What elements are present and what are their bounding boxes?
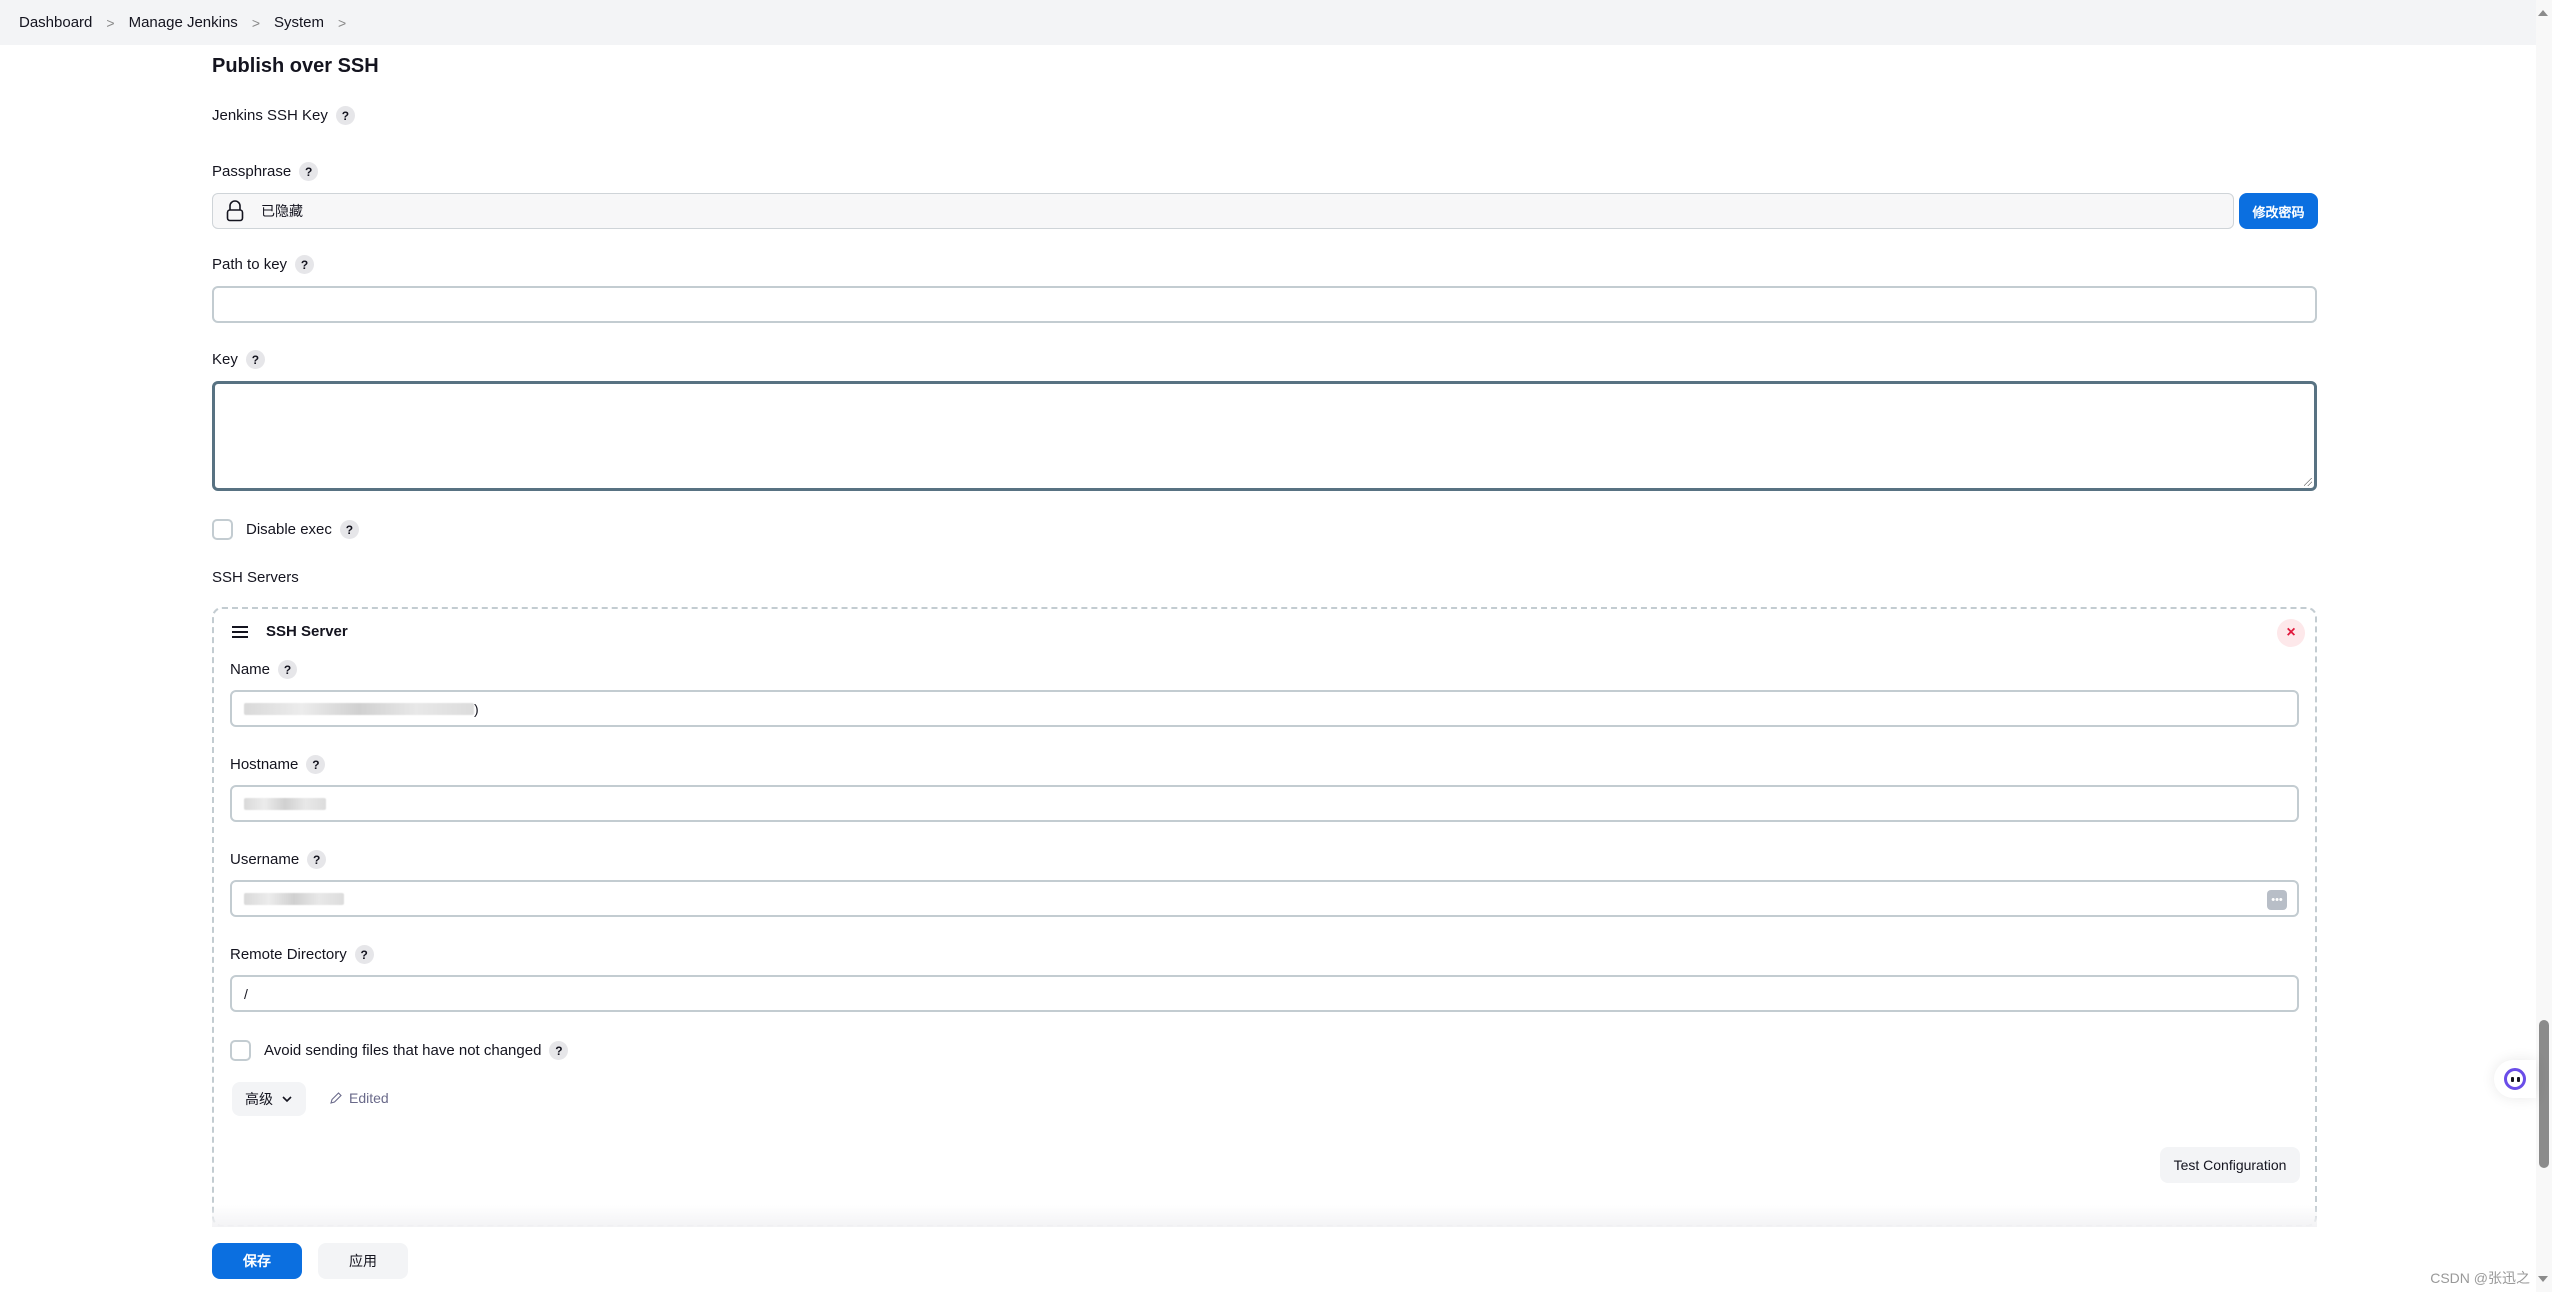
resize-handle-icon[interactable] <box>2304 478 2312 486</box>
help-icon[interactable]: ? <box>339 520 359 539</box>
passphrase-label: Passphrase ? <box>212 162 319 181</box>
passphrase-hidden-text: 已隐藏 <box>261 203 303 219</box>
edited-indicator: Edited <box>329 1090 389 1106</box>
redacted-value <box>244 702 474 715</box>
label-text: Jenkins SSH Key <box>212 107 328 124</box>
label-text: Hostname <box>230 756 299 773</box>
footer-shadow <box>212 1205 2317 1227</box>
label-text[interactable]: Avoid sending files that have not change… <box>264 1042 541 1059</box>
breadcrumb-system[interactable]: System <box>274 14 324 31</box>
scroll-up-arrow-icon[interactable] <box>2538 10 2548 16</box>
help-icon[interactable]: ? <box>307 850 327 869</box>
test-configuration-button[interactable]: Test Configuration <box>2160 1147 2300 1183</box>
scrollbar-thumb[interactable] <box>2539 1020 2549 1168</box>
edited-label: Edited <box>349 1090 389 1106</box>
chevron-right-icon[interactable]: > <box>338 15 346 31</box>
ssh-servers-label: SSH Servers <box>212 569 299 586</box>
advanced-label: 高级 <box>245 1091 273 1107</box>
assistant-face-icon <box>2504 1068 2526 1090</box>
help-icon[interactable]: ? <box>335 106 355 125</box>
save-button[interactable]: 保存 <box>212 1243 302 1279</box>
help-icon[interactable]: ? <box>306 755 326 774</box>
remote-directory-label: Remote Directory ? <box>230 945 374 964</box>
hostname-input[interactable] <box>230 785 2299 822</box>
help-icon[interactable]: ? <box>295 255 315 274</box>
apply-button[interactable]: 应用 <box>318 1243 408 1279</box>
lock-icon <box>226 200 244 222</box>
avoid-sending-row: Avoid sending files that have not change… <box>230 1040 569 1061</box>
chevron-right-icon: > <box>106 14 115 31</box>
ssh-server-card: SSH Server × Name ? ) Hostname ? Usernam… <box>212 607 2317 1227</box>
section-title: Publish over SSH <box>212 55 379 77</box>
help-icon[interactable]: ? <box>278 660 298 679</box>
username-label: Username ? <box>230 850 327 869</box>
hostname-label: Hostname ? <box>230 755 326 774</box>
key-textarea[interactable] <box>212 381 2317 491</box>
path-to-key-label: Path to key ? <box>212 255 315 274</box>
help-icon[interactable]: ? <box>245 350 265 369</box>
passphrase-field[interactable]: 已隐藏 <box>212 193 2234 229</box>
path-to-key-input[interactable] <box>212 286 2317 323</box>
breadcrumb-dashboard[interactable]: Dashboard <box>19 14 92 31</box>
chevron-right-icon: > <box>251 14 260 31</box>
advanced-button[interactable]: 高级 <box>232 1082 306 1116</box>
jenkins-ssh-key-label: Jenkins SSH Key ? <box>212 106 355 125</box>
remote-directory-input[interactable]: / <box>230 975 2299 1012</box>
username-input[interactable]: ••• <box>230 880 2299 917</box>
label-text: Passphrase <box>212 163 292 180</box>
server-name-label: Name ? <box>230 660 298 679</box>
avoid-sending-checkbox[interactable] <box>230 1040 251 1061</box>
ssh-server-header: SSH Server <box>232 623 348 640</box>
redacted-value <box>244 797 326 810</box>
redacted-value <box>244 892 344 905</box>
disable-exec-row: Disable exec ? <box>212 519 359 540</box>
pencil-icon <box>330 1092 342 1104</box>
server-name-input[interactable]: ) <box>230 690 2299 727</box>
label-text: Username <box>230 851 300 868</box>
label-text: Remote Directory <box>230 946 347 963</box>
delete-server-button[interactable]: × <box>2277 619 2305 647</box>
label-text[interactable]: Disable exec <box>246 521 332 538</box>
assistant-widget[interactable] <box>2494 1060 2536 1098</box>
key-label: Key ? <box>212 350 265 369</box>
breadcrumb-manage-jenkins[interactable]: Manage Jenkins <box>129 14 238 31</box>
help-icon[interactable]: ? <box>299 162 319 181</box>
label-text: Key <box>212 351 238 368</box>
chevron-down-icon <box>282 1096 292 1103</box>
help-icon[interactable]: ? <box>549 1041 569 1060</box>
label-text: Path to key <box>212 256 288 273</box>
watermark: CSDN @张迅之 <box>2430 1270 2530 1286</box>
scroll-down-arrow-icon[interactable] <box>2538 1276 2548 1282</box>
label-text: Name <box>230 661 271 678</box>
disable-exec-checkbox[interactable] <box>212 519 233 540</box>
ssh-server-title: SSH Server <box>266 623 348 640</box>
change-password-button[interactable]: 修改密码 <box>2239 193 2318 229</box>
breadcrumb-bar: Dashboard > Manage Jenkins > System > <box>0 0 2536 45</box>
password-manager-icon[interactable]: ••• <box>2267 890 2287 910</box>
help-icon[interactable]: ? <box>354 945 374 964</box>
name-trailing-char: ) <box>474 700 479 717</box>
drag-handle-icon[interactable] <box>232 625 248 638</box>
page-scrollbar[interactable] <box>2536 0 2552 1292</box>
